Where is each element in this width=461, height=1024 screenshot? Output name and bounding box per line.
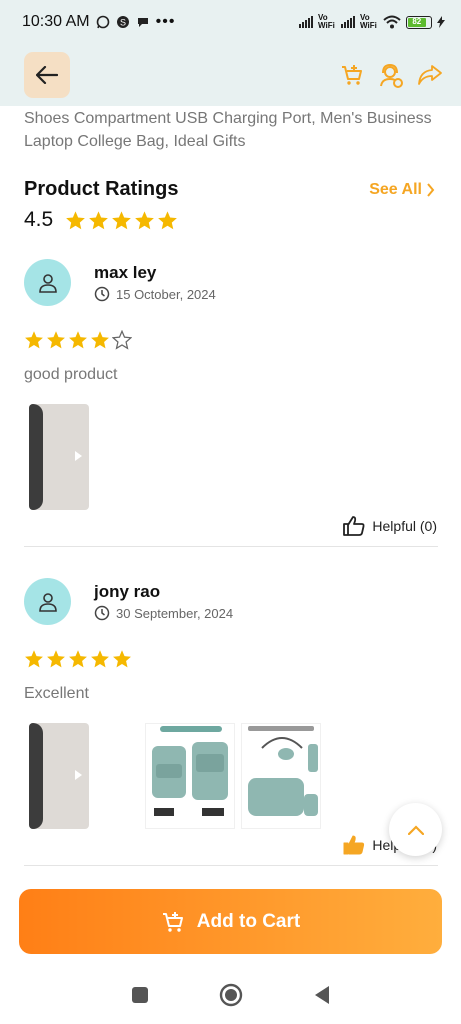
support-agent-icon — [380, 63, 403, 88]
scroll-to-top-button[interactable] — [389, 803, 442, 856]
chevron-up-icon — [407, 824, 424, 835]
vowifi-label-2: Vo WiFi — [360, 13, 377, 30]
review-text: good product — [24, 366, 118, 383]
cart-add-icon — [342, 65, 362, 85]
support-button[interactable] — [378, 62, 404, 88]
review-image-thumbnail[interactable] — [145, 723, 235, 829]
helpful-button[interactable]: Helpful (0) — [343, 516, 437, 536]
play-icon — [75, 451, 82, 461]
vowifi-label-1: Vo WiFi — [318, 13, 335, 30]
user-icon — [38, 592, 57, 612]
review-stars — [24, 649, 132, 669]
signal-icon-2 — [341, 16, 355, 28]
back-nav-icon[interactable] — [313, 985, 331, 1005]
star-filled-icon — [113, 650, 131, 668]
app-header — [0, 44, 461, 106]
star-filled-icon — [25, 331, 43, 349]
review-date-text: 15 October, 2024 — [116, 286, 216, 302]
status-time: 10:30 AM — [22, 13, 90, 30]
see-all-link[interactable]: See All — [369, 181, 435, 199]
thumbs-up-filled-icon — [343, 835, 365, 855]
svg-text:S: S — [120, 18, 126, 28]
home-icon[interactable] — [219, 983, 243, 1007]
user-icon — [38, 273, 57, 293]
review-divider — [24, 865, 438, 866]
signal-icon — [299, 16, 313, 28]
media-spacer — [95, 723, 139, 829]
status-left: 10:30 AM S ••• — [22, 13, 175, 31]
duffel-bag-image — [248, 726, 318, 816]
cart-add-icon — [162, 911, 183, 932]
star-filled-icon — [89, 210, 109, 229]
add-to-cart-button[interactable]: Add to Cart — [19, 889, 442, 954]
add-to-cart-label: Add to Cart — [196, 910, 301, 932]
system-navigation-bar — [0, 966, 461, 1024]
review-media — [29, 723, 321, 829]
share-button[interactable] — [417, 62, 443, 88]
star-filled-icon — [91, 650, 109, 668]
header-actions — [339, 62, 443, 88]
status-bar: 10:30 AM S ••• Vo WiFi Vo WiFi 82 — [0, 0, 461, 44]
whatsapp-icon — [96, 15, 109, 29]
overall-score: 4.5 — [24, 208, 54, 231]
backpack-image — [152, 726, 228, 816]
star-filled-icon — [112, 210, 132, 229]
charging-icon — [437, 16, 445, 28]
skype-icon: S — [116, 16, 129, 28]
clock-icon — [94, 286, 110, 302]
star-empty-icon — [112, 330, 132, 350]
recents-icon[interactable] — [131, 986, 149, 1004]
arrow-left-icon — [36, 66, 58, 84]
avatar — [24, 578, 71, 625]
review-stars — [24, 330, 132, 350]
star-filled-icon — [66, 210, 86, 229]
product-description: Shoes Compartment USB Charging Port, Men… — [24, 110, 432, 150]
star-filled-icon — [47, 331, 65, 349]
review-date: 15 October, 2024 — [94, 286, 216, 302]
overall-stars — [65, 210, 178, 231]
review-date-text: 30 September, 2024 — [116, 605, 234, 621]
review-image-thumbnail[interactable] — [241, 723, 321, 829]
more-notifications-icon: ••• — [155, 13, 176, 30]
star-filled-icon — [135, 210, 155, 229]
helpful-count: Helpful (0) — [372, 518, 437, 534]
star-filled-icon — [158, 210, 178, 229]
review-date: 30 September, 2024 — [94, 605, 233, 621]
battery-icon: 82 — [406, 15, 432, 29]
status-right: Vo WiFi Vo WiFi 82 — [299, 14, 445, 30]
review-media — [29, 404, 89, 510]
wifi-icon — [383, 15, 401, 29]
review-divider — [24, 546, 438, 547]
share-icon — [418, 65, 442, 85]
battery-level: 82 — [408, 17, 426, 27]
cart-add-button[interactable] — [339, 62, 365, 88]
review-text: Excellent — [24, 685, 89, 702]
back-button[interactable] — [24, 52, 70, 98]
star-filled-icon — [25, 650, 43, 668]
review-video-thumbnail[interactable] — [29, 404, 89, 510]
reviewer-name: jony rao — [94, 582, 161, 601]
chat-icon — [137, 18, 148, 27]
star-filled-icon — [47, 650, 65, 668]
thumbs-up-icon — [343, 516, 365, 536]
avatar — [24, 259, 71, 306]
star-filled-icon — [91, 331, 109, 349]
play-icon — [75, 770, 82, 780]
clock-icon — [94, 605, 110, 621]
star-filled-icon — [69, 650, 87, 668]
see-all-label: See All — [369, 181, 422, 198]
reviewer-name: max ley — [94, 263, 157, 282]
review-video-thumbnail[interactable] — [29, 723, 89, 829]
star-filled-icon — [69, 331, 87, 349]
overall-rating: 4.5 — [24, 208, 178, 232]
chevron-right-icon — [427, 183, 435, 197]
ratings-title: Product Ratings — [24, 178, 179, 200]
